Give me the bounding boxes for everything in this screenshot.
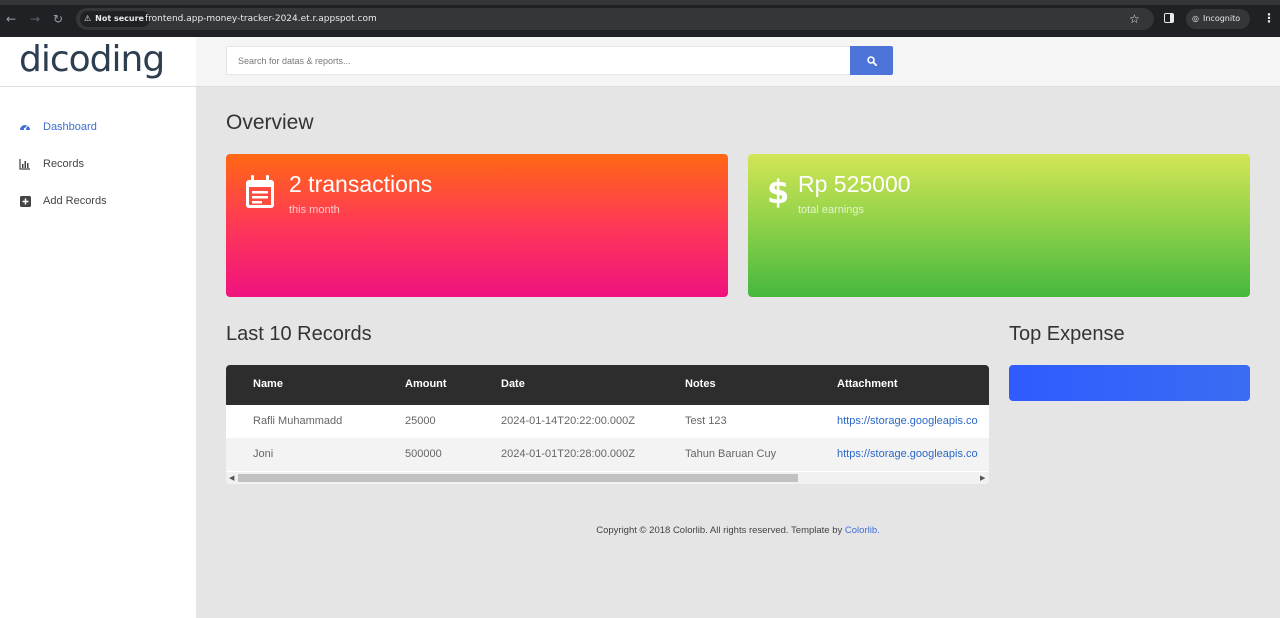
sidebar: Dashboard Records Add Records [0,87,196,618]
table-row: Joni 500000 2024-01-01T20:28:00.000Z Tah… [226,438,989,471]
cell-attachment-link[interactable]: https://storage.googleapis.co [837,448,978,460]
table-row: Rafli Muhammadd 25000 2024-01-14T20:22:0… [226,405,989,438]
cell-name: Rafli Muhammadd [253,415,343,427]
plus-square-icon [19,195,31,207]
cell-amount: 500000 [405,448,442,460]
incognito-label: Incognito [1202,14,1241,23]
colorlib-link[interactable]: Colorlib. [845,525,880,536]
column-header-notes: Notes [685,378,716,390]
sidebar-item-add-records[interactable]: Add Records [19,193,107,209]
cell-date: 2024-01-14T20:22:00.000Z [501,415,635,427]
earnings-card: $ Rp 525000 total earnings [748,154,1250,297]
cell-amount: 25000 [405,415,436,427]
sidebar-item-records[interactable]: Records [19,156,84,172]
url-text[interactable]: frontend.app-money-tracker-2024.et.r.app… [145,12,377,26]
address-bar[interactable]: ⚠ Not secure frontend.app-money-tracker-… [76,8,1154,30]
scrollbar-thumb[interactable] [238,474,798,482]
top-expense-title: Top Expense [1009,323,1125,345]
transactions-count: 2 transactions [289,171,433,197]
dashboard-icon [19,121,31,133]
cell-date: 2024-01-01T20:28:00.000Z [501,448,635,460]
horizontal-scrollbar[interactable]: ◀ ▶ [226,472,989,484]
logo-area: dicoding [0,37,196,87]
records-title: Last 10 Records [226,323,372,345]
sidebar-item-label: Add Records [43,195,107,207]
back-icon[interactable]: ← [6,12,16,26]
calendar-icon [244,174,276,214]
reload-icon[interactable]: ↻ [53,12,63,26]
forward-icon[interactable]: → [30,12,40,26]
column-header-amount: Amount [405,378,447,390]
search-button[interactable] [850,46,893,75]
side-panel-icon[interactable] [1164,13,1174,23]
table-header: Name Amount Date Notes Attachment [226,365,989,405]
browser-menu-icon[interactable]: ⋮ [1263,11,1275,25]
footer: Copyright © 2018 Colorlib. All rights re… [196,525,1280,536]
tab-strip [0,0,1280,5]
search-input[interactable] [226,46,851,75]
svg-text:$: $ [767,173,788,210]
earnings-total: Rp 525000 [798,171,911,197]
bookmark-star-icon[interactable]: ☆ [1129,11,1140,27]
copyright-text: Copyright © 2018 Colorlib. All rights re… [596,525,845,536]
sidebar-item-label: Records [43,158,84,170]
transactions-caption: this month [289,204,340,216]
warning-icon: ⚠ [84,14,92,23]
incognito-icon: ◎ [1192,14,1199,23]
bar-chart-icon [19,158,31,170]
top-expense-bar [1009,365,1250,401]
dollar-icon: $ [766,172,789,214]
security-label: Not secure [95,14,144,23]
overview-title: Overview [226,111,314,134]
column-header-attachment: Attachment [837,378,898,390]
cell-name: Joni [253,448,274,460]
column-header-date: Date [501,378,525,390]
sidebar-item-dashboard[interactable]: Dashboard [19,119,97,135]
transactions-card: 2 transactions this month [226,154,728,297]
search-icon [866,55,877,66]
security-chip[interactable]: ⚠ Not secure [80,11,150,27]
scroll-right-icon[interactable]: ▶ [980,472,985,484]
sidebar-item-label: Dashboard [43,121,97,133]
browser-chrome: ← → ↻ ⚠ Not secure frontend.app-money-tr… [0,0,1280,37]
records-table: Name Amount Date Notes Attachment Rafli … [226,365,989,484]
cell-notes: Tahun Baruan Cuy [685,448,777,460]
scroll-left-icon[interactable]: ◀ [229,472,234,484]
column-header-name: Name [253,378,283,390]
top-bar [196,37,1280,87]
cell-attachment-link[interactable]: https://storage.googleapis.co [837,415,978,427]
earnings-caption: total earnings [798,204,865,216]
brand-logo[interactable]: dicoding [19,38,165,82]
incognito-chip[interactable]: ◎ Incognito [1186,9,1250,29]
cell-notes: Test 123 [685,415,727,427]
